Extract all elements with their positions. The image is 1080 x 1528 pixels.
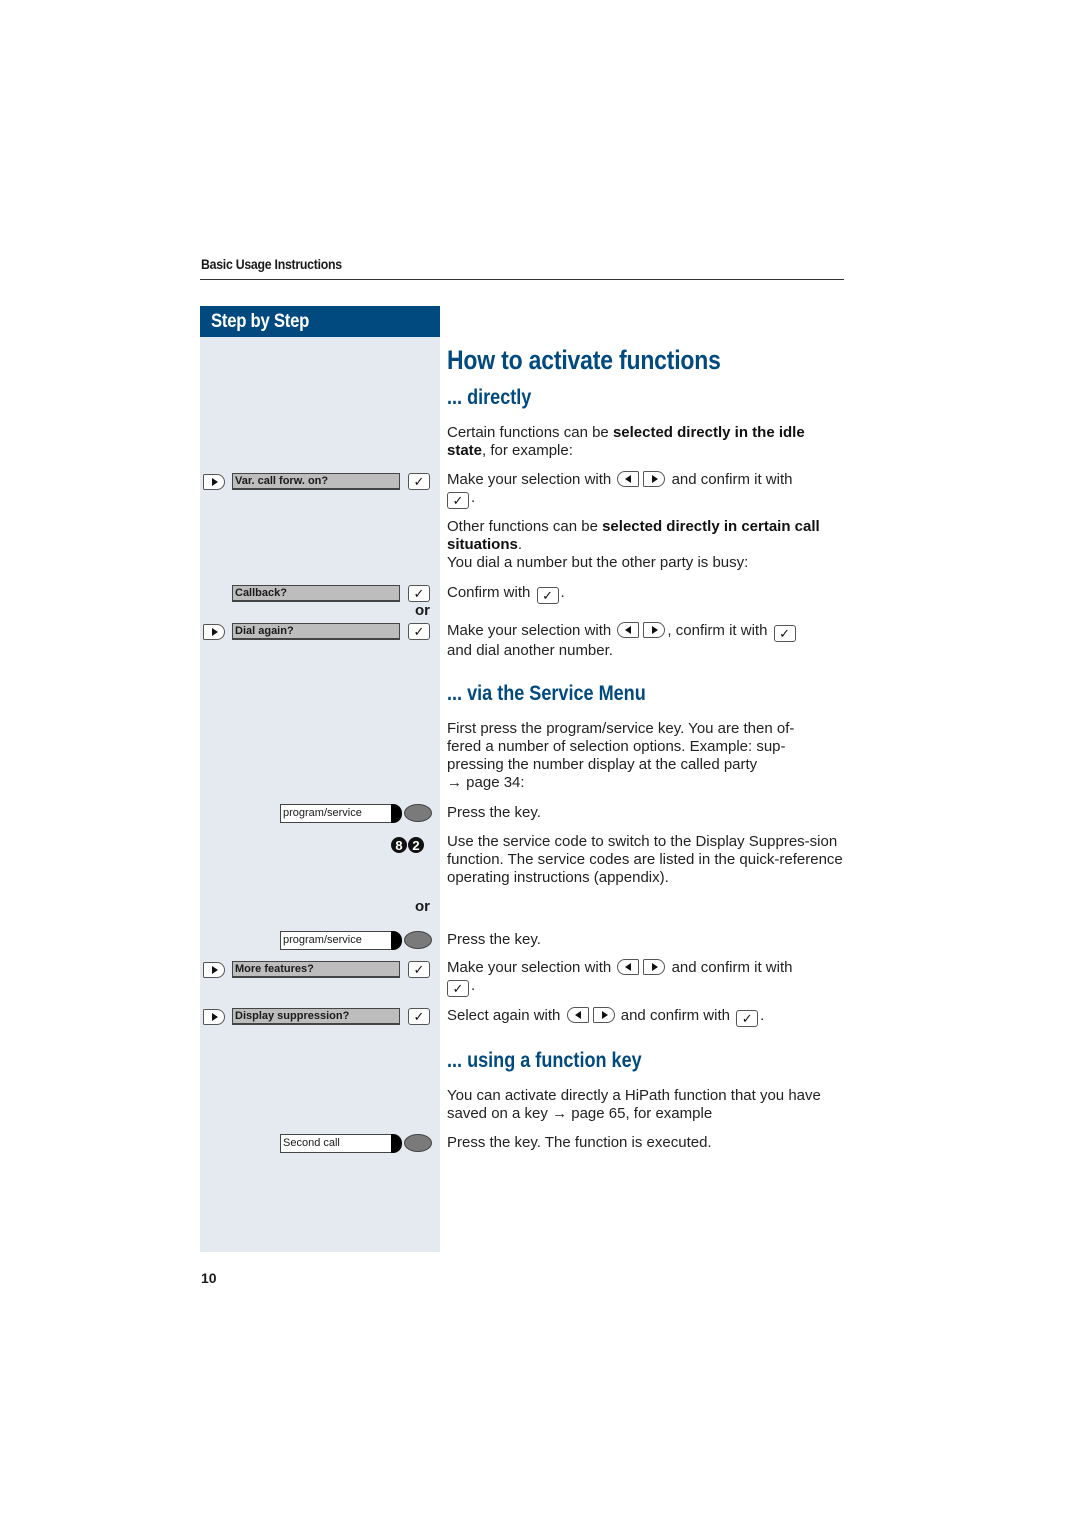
text: Make your selection with <box>447 959 612 976</box>
directly-step-1: Make your selection with and confirm it … <box>447 471 847 509</box>
page-reference-link[interactable]: → page 34: <box>447 774 525 791</box>
service-menu-select: Select again with and confirm with ✓. <box>447 1007 847 1027</box>
text: . <box>471 977 476 994</box>
nav-right-icon <box>643 622 666 638</box>
program-service-key-label: program/service <box>280 804 392 823</box>
ok-check-icon: ✓ <box>536 587 559 604</box>
text: and confirm it with <box>671 471 793 488</box>
directly-intro: Certain functions can be selected direct… <box>447 424 847 460</box>
ok-check-icon: ✓ <box>736 1010 759 1027</box>
or-label: or <box>415 602 430 619</box>
heading-function-key: ... using a function key <box>447 1049 642 1072</box>
nav-right-icon <box>203 962 225 978</box>
page-number: 10 <box>201 1270 217 1286</box>
text: and confirm with <box>620 1007 730 1024</box>
ok-check-icon: ✓ <box>447 980 469 997</box>
text: You dial a number but the other party is… <box>447 554 749 571</box>
nav-left-icon <box>566 1007 589 1023</box>
nav-right-icon <box>643 959 666 975</box>
text: . <box>560 584 565 601</box>
program-service-button[interactable] <box>404 931 432 949</box>
function-key-press: Press the key. The function is executed. <box>447 1134 712 1151</box>
nav-right-icon <box>203 1009 225 1025</box>
nav-right-icon <box>643 471 666 487</box>
text: Certain functions can be <box>447 424 613 441</box>
display-callback: Callback? <box>232 585 400 602</box>
service-menu-intro: First press the program/service key. You… <box>447 720 847 792</box>
heading-service-menu: ... via the Service Menu <box>447 682 646 705</box>
ok-check-icon: ✓ <box>408 473 430 490</box>
text: fered a number of selection options. Exa… <box>447 738 786 755</box>
nav-left-icon <box>617 471 640 487</box>
ok-check-icon: ✓ <box>447 492 469 509</box>
nav-right-icon <box>203 474 225 490</box>
display-dial-again: Dial again? <box>232 623 400 640</box>
service-menu-code: Use the service code to switch to the Di… <box>447 833 843 886</box>
text: Make your selection with <box>447 471 612 488</box>
service-menu-press-1: Press the key. <box>447 804 541 821</box>
text: . <box>760 1007 765 1024</box>
step-by-step-bar: Step by Step <box>200 306 440 337</box>
program-service-key-label: program/service <box>280 931 392 950</box>
directly-other: Other functions can be selected directly… <box>447 518 847 572</box>
nav-left-icon <box>617 622 640 638</box>
text: and dial another number. <box>447 642 613 659</box>
function-key-intro: You can activate directly a HiPath funct… <box>447 1087 821 1122</box>
ok-check-icon: ✓ <box>408 623 430 640</box>
text: Confirm with <box>447 584 531 601</box>
display-display-suppression: Display suppression? <box>232 1008 400 1025</box>
or-label: or <box>415 898 430 915</box>
text: First press the program/service key. You… <box>447 720 795 737</box>
step-by-step-title: Step by Step <box>211 311 310 332</box>
text: , confirm it with <box>667 622 768 639</box>
text: , for example: <box>482 442 573 459</box>
section-title: Basic Usage Instructions <box>201 256 342 272</box>
text: . <box>471 489 476 506</box>
text: Select again with <box>447 1007 561 1024</box>
second-call-key-label: Second call <box>280 1134 392 1153</box>
text: . <box>517 536 523 553</box>
text: Make your selection with <box>447 622 612 639</box>
text: and confirm it with <box>671 959 793 976</box>
page-title: How to activate functions <box>447 345 721 375</box>
ok-check-icon: ✓ <box>408 961 430 978</box>
ok-check-icon: ✓ <box>408 1008 430 1025</box>
digit-key-icon: 8 <box>391 837 407 853</box>
text: Other functions can be <box>447 518 603 535</box>
service-menu-press-2: Press the key. <box>447 931 541 948</box>
display-more-features: More features? <box>232 961 400 978</box>
digit-key-icon: 2 <box>408 837 424 853</box>
program-service-button[interactable] <box>404 804 432 822</box>
nav-right-icon <box>592 1007 615 1023</box>
ok-check-icon: ✓ <box>773 625 796 642</box>
service-menu-step: Make your selection with and confirm it … <box>447 959 847 997</box>
nav-left-icon <box>617 959 640 975</box>
display-var-call-forw: Var. call forw. on? <box>232 473 400 490</box>
nav-right-icon <box>203 624 225 640</box>
second-call-button[interactable] <box>404 1134 432 1152</box>
heading-directly: ... directly <box>447 386 532 409</box>
text: pressing the number display at the calle… <box>447 756 758 773</box>
directly-step-3: Make your selection with , confirm it wi… <box>447 622 847 660</box>
header-divider <box>200 279 844 280</box>
ok-check-icon: ✓ <box>408 585 430 602</box>
directly-confirm: Confirm with ✓. <box>447 584 847 604</box>
